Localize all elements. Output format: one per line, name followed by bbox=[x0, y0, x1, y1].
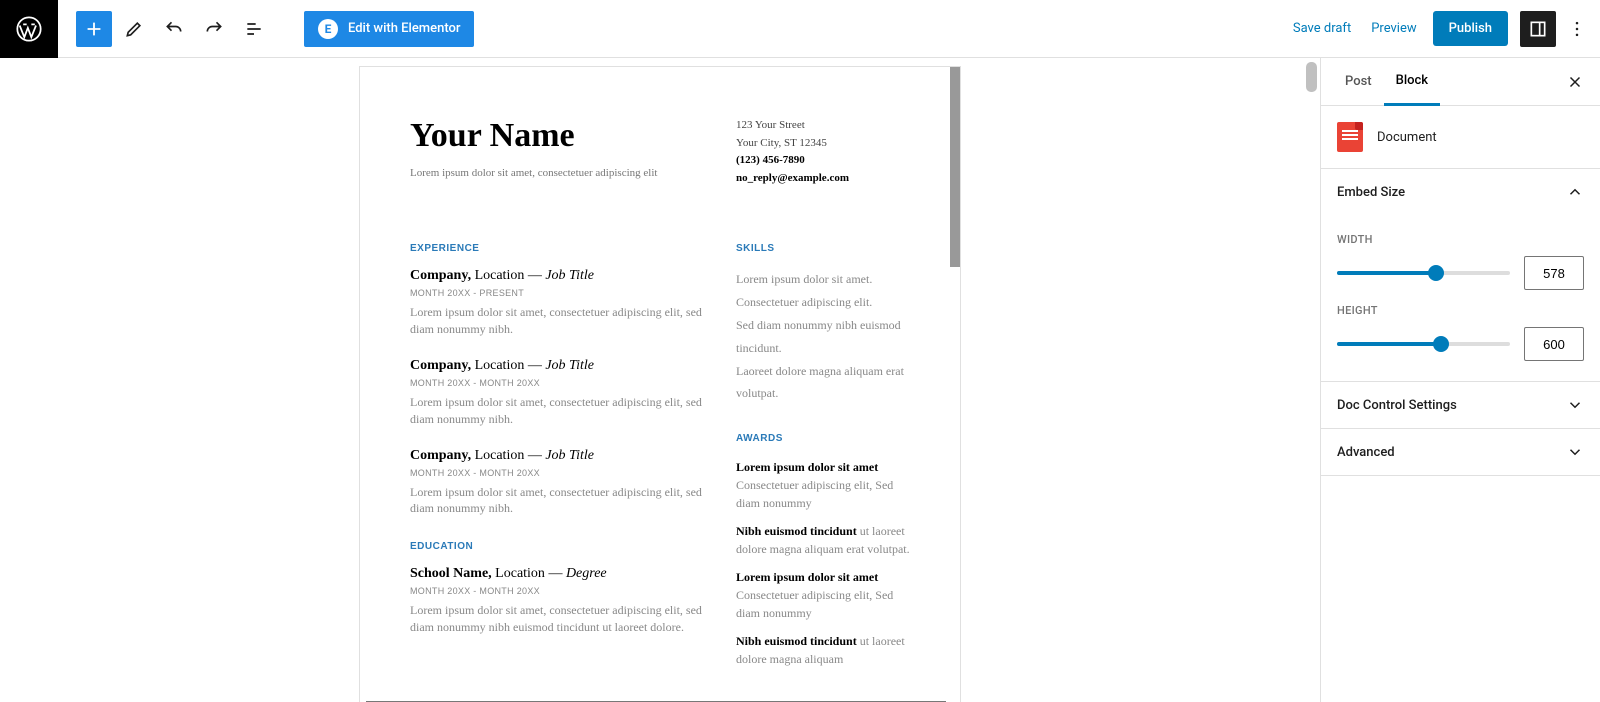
document-scrollbar[interactable] bbox=[950, 67, 960, 267]
award-item: Lorem ipsum dolor sit amet Consectetuer … bbox=[736, 568, 916, 622]
awards-heading: AWARDS bbox=[736, 433, 916, 444]
height-label: HEIGHT bbox=[1337, 304, 1584, 317]
tab-block[interactable]: Block bbox=[1384, 58, 1440, 106]
job-entry: Company, Location — Job TitleMONTH 20XX … bbox=[410, 358, 706, 428]
embed-size-panel-toggle[interactable]: Embed Size bbox=[1321, 169, 1600, 215]
award-item: Nibh euismod tincidunt ut laoreet dolore… bbox=[736, 522, 916, 558]
edit-icon[interactable] bbox=[116, 11, 152, 47]
height-slider[interactable] bbox=[1337, 342, 1510, 346]
preview-button[interactable]: Preview bbox=[1361, 21, 1426, 36]
job-entry: Company, Location — Job TitleMONTH 20XX … bbox=[410, 448, 706, 518]
chevron-up-icon bbox=[1566, 183, 1584, 201]
undo-button[interactable] bbox=[156, 11, 192, 47]
contact-info: 123 Your Street Your City, ST 12345 (123… bbox=[736, 117, 916, 187]
tab-post[interactable]: Post bbox=[1333, 58, 1384, 106]
resume-name: Your Name bbox=[410, 117, 706, 155]
job-entry: Company, Location — Job TitleMONTH 20XX … bbox=[410, 268, 706, 338]
block-type-header: Document bbox=[1321, 106, 1600, 169]
close-sidebar-button[interactable] bbox=[1562, 69, 1588, 95]
resume-subtitle: Lorem ipsum dolor sit amet, consectetuer… bbox=[410, 167, 706, 179]
edit-with-elementor-button[interactable]: E Edit with Elementor bbox=[304, 11, 474, 47]
doc-control-panel-toggle[interactable]: Doc Control Settings bbox=[1321, 382, 1600, 428]
width-label: WIDTH bbox=[1337, 233, 1584, 246]
redo-button[interactable] bbox=[196, 11, 232, 47]
block-type-name: Document bbox=[1377, 130, 1437, 145]
publish-button[interactable]: Publish bbox=[1433, 11, 1508, 46]
top-toolbar: E Edit with Elementor Save draft Preview… bbox=[0, 0, 1600, 58]
document-content: Your Name Lorem ipsum dolor sit amet, co… bbox=[360, 67, 960, 678]
document-embed-block[interactable]: Your Name Lorem ipsum dolor sit amet, co… bbox=[359, 66, 961, 702]
document-icon bbox=[1337, 122, 1363, 152]
add-block-button[interactable] bbox=[76, 11, 112, 47]
award-item: Lorem ipsum dolor sit amet Consectetuer … bbox=[736, 458, 916, 512]
width-input[interactable] bbox=[1524, 256, 1584, 290]
skills-heading: SKILLS bbox=[736, 243, 916, 254]
height-input[interactable] bbox=[1524, 327, 1584, 361]
chevron-down-icon bbox=[1566, 443, 1584, 461]
settings-sidebar: Post Block Document Embed Size WIDTH bbox=[1320, 58, 1600, 702]
advanced-panel-toggle[interactable]: Advanced bbox=[1321, 429, 1600, 475]
document-outline-button[interactable] bbox=[236, 11, 272, 47]
elementor-icon: E bbox=[318, 19, 338, 39]
chevron-down-icon bbox=[1566, 396, 1584, 414]
wordpress-logo[interactable] bbox=[0, 0, 58, 58]
award-item: Nibh euismod tincidunt ut laoreet dolore… bbox=[736, 632, 916, 668]
width-slider[interactable] bbox=[1337, 271, 1510, 275]
editor-canvas[interactable]: Your Name Lorem ipsum dolor sit amet, co… bbox=[0, 58, 1320, 702]
sidebar-scrollbar[interactable] bbox=[1307, 62, 1317, 92]
settings-sidebar-toggle[interactable] bbox=[1520, 11, 1556, 47]
save-draft-button[interactable]: Save draft bbox=[1283, 21, 1361, 36]
more-options-button[interactable] bbox=[1562, 11, 1592, 47]
elementor-label: Edit with Elementor bbox=[348, 21, 460, 36]
experience-heading: EXPERIENCE bbox=[410, 243, 706, 254]
education-heading: EDUCATION bbox=[410, 541, 706, 552]
